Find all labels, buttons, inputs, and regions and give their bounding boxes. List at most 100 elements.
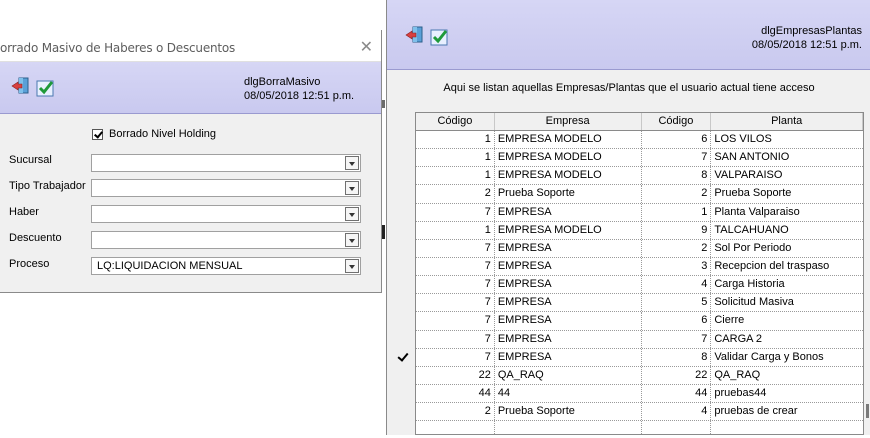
- row-indicator[interactable]: [395, 184, 415, 202]
- cell-planta-codigo[interactable]: 9: [642, 221, 712, 239]
- table-row[interactable]: 7 EMPRESA 7 CARGA 2: [416, 330, 863, 349]
- row-indicator[interactable]: [395, 384, 415, 402]
- cell-empresa[interactable]: Prueba Soporte: [495, 185, 642, 203]
- cell-planta[interactable]: pruebas44: [711, 385, 863, 402]
- cell-planta[interactable]: LOS VILOS: [711, 131, 863, 148]
- cell-planta[interactable]: TALCAHUANO: [711, 222, 863, 239]
- row-indicator[interactable]: [395, 275, 415, 293]
- cell-empresa[interactable]: EMPRESA: [495, 348, 642, 366]
- cell-empresa-codigo[interactable]: 7: [416, 330, 495, 348]
- chevron-down-icon[interactable]: [345, 181, 359, 195]
- column-header-planta-codigo[interactable]: Código: [642, 113, 712, 130]
- cell-planta-codigo[interactable]: 1: [642, 203, 712, 221]
- cell-planta-codigo[interactable]: 44: [642, 384, 712, 403]
- exit-door-icon[interactable]: [11, 76, 31, 96]
- row-indicator[interactable]: [395, 166, 415, 184]
- row-indicator[interactable]: [395, 293, 415, 311]
- table-row[interactable]: 7 EMPRESA 6 Cierre: [416, 312, 863, 331]
- row-indicator[interactable]: [395, 203, 415, 221]
- cell-planta-codigo[interactable]: 5: [642, 294, 712, 312]
- cell-empresa-codigo[interactable]: 44: [416, 384, 495, 403]
- cell-planta[interactable]: VALPARAISO: [711, 167, 863, 184]
- row-indicator[interactable]: [395, 239, 415, 257]
- table-row[interactable]: 1 EMPRESA MODELO 7 SAN ANTONIO: [416, 149, 863, 168]
- row-indicator[interactable]: [395, 221, 415, 239]
- cell-planta-codigo[interactable]: 8: [642, 167, 712, 185]
- cell-planta[interactable]: Prueba Soporte: [711, 185, 863, 202]
- cell-planta[interactable]: pruebas de crear: [711, 403, 863, 420]
- cell-empresa-codigo[interactable]: 2: [416, 185, 495, 203]
- table-row[interactable]: 44 44 44 pruebas44: [416, 384, 863, 404]
- cell-empresa-codigo[interactable]: [416, 421, 495, 434]
- cell-empresa-codigo[interactable]: 7: [416, 203, 495, 221]
- cell-empresa-codigo[interactable]: 7: [416, 348, 495, 366]
- cell-empresa[interactable]: EMPRESA: [495, 203, 642, 221]
- table-row[interactable]: [416, 421, 863, 434]
- cell-planta-codigo[interactable]: 2: [642, 185, 712, 203]
- column-header-empresa[interactable]: Empresa: [495, 113, 642, 130]
- cell-planta[interactable]: CARGA 2: [711, 331, 863, 348]
- cell-empresa-codigo[interactable]: 1: [416, 131, 495, 149]
- cell-planta-codigo[interactable]: 22: [642, 366, 712, 384]
- table-row[interactable]: 7 EMPRESA 2 Sol Por Periodo: [416, 239, 863, 258]
- cell-planta-codigo[interactable]: 2: [642, 239, 712, 257]
- cell-planta-codigo[interactable]: 3: [642, 257, 712, 276]
- cell-empresa[interactable]: QA_RAQ: [495, 366, 642, 384]
- cell-planta-codigo[interactable]: 7: [642, 330, 712, 348]
- column-header-empresa-codigo[interactable]: Código: [416, 113, 495, 130]
- cell-planta[interactable]: [711, 421, 863, 434]
- cell-empresa[interactable]: EMPRESA MODELO: [495, 167, 642, 185]
- table-row[interactable]: 2 Prueba Soporte 4 pruebas de crear: [416, 403, 863, 422]
- close-icon[interactable]: ✕: [360, 37, 373, 57]
- cell-empresa[interactable]: EMPRESA: [495, 294, 642, 312]
- descuento-select[interactable]: [91, 231, 361, 249]
- cell-planta-codigo[interactable]: 4: [642, 276, 712, 294]
- cell-empresa-codigo[interactable]: 7: [416, 294, 495, 312]
- cell-empresa-codigo[interactable]: 22: [416, 366, 495, 384]
- table-row[interactable]: 7 EMPRESA 8 Validar Carga y Bonos: [416, 348, 863, 367]
- cell-empresa[interactable]: Prueba Soporte: [495, 403, 642, 421]
- cell-planta[interactable]: Sol Por Periodo: [711, 240, 863, 257]
- table-row[interactable]: 7 EMPRESA 3 Recepcion del traspaso: [416, 257, 863, 277]
- row-indicator[interactable]: [395, 330, 415, 348]
- row-indicator[interactable]: [395, 311, 415, 329]
- tipo-trabajador-select[interactable]: [91, 179, 361, 197]
- cell-empresa[interactable]: EMPRESA: [495, 257, 642, 276]
- cell-empresa[interactable]: EMPRESA MODELO: [495, 149, 642, 167]
- chevron-down-icon[interactable]: [345, 156, 359, 170]
- sucursal-select[interactable]: [91, 154, 361, 172]
- cell-empresa[interactable]: EMPRESA: [495, 330, 642, 348]
- cell-planta[interactable]: Recepcion del traspaso: [711, 258, 863, 275]
- cell-empresa-codigo[interactable]: 2: [416, 403, 495, 421]
- chevron-down-icon[interactable]: [345, 207, 359, 221]
- cell-planta[interactable]: Validar Carga y Bonos: [711, 349, 863, 366]
- cell-empresa[interactable]: 44: [495, 384, 642, 403]
- proceso-select[interactable]: LQ:LIQUIDACION MENSUAL: [91, 257, 361, 275]
- row-indicator[interactable]: [395, 420, 415, 438]
- row-indicator[interactable]: [395, 148, 415, 166]
- exit-door-icon[interactable]: [405, 25, 425, 45]
- row-indicator[interactable]: [395, 366, 415, 384]
- cell-empresa[interactable]: EMPRESA: [495, 312, 642, 330]
- cell-empresa[interactable]: EMPRESA MODELO: [495, 131, 642, 149]
- row-indicator[interactable]: [395, 257, 415, 275]
- cell-empresa-codigo[interactable]: 7: [416, 257, 495, 276]
- cell-empresa[interactable]: EMPRESA: [495, 276, 642, 294]
- holding-checkbox-row[interactable]: Borrado Nivel Holding: [92, 128, 216, 140]
- table-row[interactable]: 7 EMPRESA 4 Carga Historia: [416, 276, 863, 295]
- cell-planta-codigo[interactable]: 4: [642, 403, 712, 421]
- table-row[interactable]: 7 EMPRESA 5 Solicitud Masiva: [416, 294, 863, 313]
- chevron-down-icon[interactable]: [345, 233, 359, 247]
- row-indicator[interactable]: [395, 402, 415, 420]
- cell-planta[interactable]: Solicitud Masiva: [711, 294, 863, 311]
- table-row[interactable]: 7 EMPRESA 1 Planta Valparaiso: [416, 203, 863, 222]
- table-row[interactable]: 1 EMPRESA MODELO 9 TALCAHUANO: [416, 221, 863, 240]
- cell-planta[interactable]: Carga Historia: [711, 276, 863, 293]
- row-indicator[interactable]: [395, 348, 415, 366]
- cell-planta[interactable]: SAN ANTONIO: [711, 149, 863, 166]
- cell-planta[interactable]: Cierre: [711, 312, 863, 329]
- cell-empresa-codigo[interactable]: 7: [416, 276, 495, 294]
- cell-empresa-codigo[interactable]: 7: [416, 239, 495, 257]
- cell-planta-codigo[interactable]: 7: [642, 149, 712, 167]
- table-row[interactable]: 2 Prueba Soporte 2 Prueba Soporte: [416, 185, 863, 204]
